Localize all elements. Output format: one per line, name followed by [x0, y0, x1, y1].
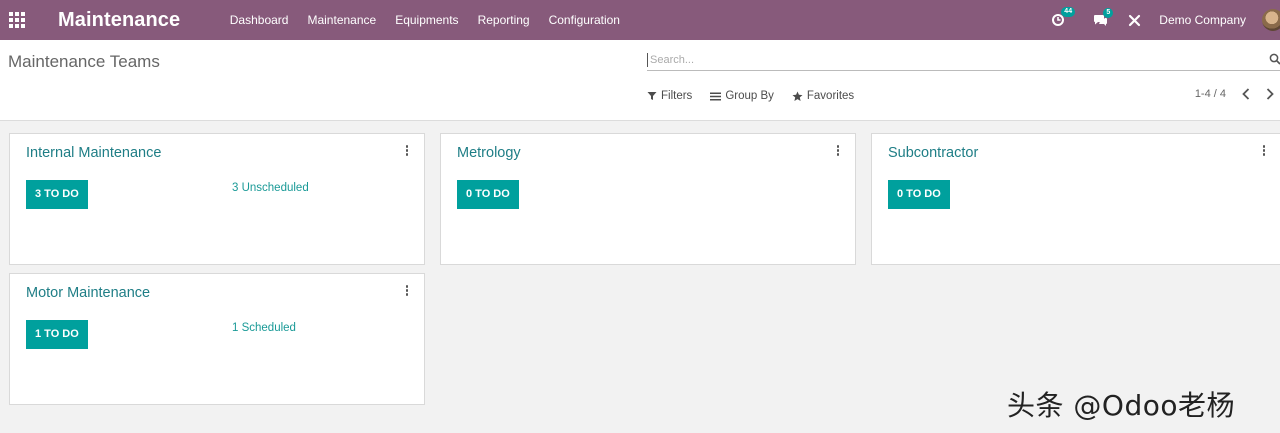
team-name[interactable]: Motor Maintenance [26, 285, 150, 301]
kebab-icon[interactable] [835, 145, 841, 156]
company-switcher[interactable]: Demo Company [1159, 13, 1246, 27]
control-panel: Maintenance Teams Filters Group By Favor… [0, 40, 1280, 121]
message-count-badge: 5 [1103, 7, 1114, 18]
kebab-icon[interactable] [404, 145, 410, 156]
team-name[interactable]: Internal Maintenance [26, 145, 161, 161]
activity-button[interactable]: 44 [1051, 7, 1076, 27]
todo-button[interactable]: 0 TO DO [888, 180, 950, 209]
search-options: Filters Group By Favorites [647, 90, 854, 102]
kebab-icon[interactable] [404, 285, 410, 296]
activity-count-badge: 44 [1061, 7, 1076, 17]
kebab-icon[interactable] [1261, 145, 1267, 156]
app-brand[interactable]: Maintenance [58, 9, 180, 32]
team-card[interactable]: Internal Maintenance 3 TO DO 3 Unschedul… [9, 133, 425, 265]
watermark: 头条 @Odoo老杨 [1007, 389, 1235, 422]
pager: 1-4 / 4 [1195, 88, 1274, 100]
todo-button[interactable]: 0 TO DO [457, 180, 519, 209]
team-card[interactable]: Subcontractor 0 TO DO [871, 133, 1280, 265]
avatar[interactable] [1262, 9, 1280, 31]
menu-item-maintenance[interactable]: Maintenance [298, 0, 386, 40]
team-name[interactable]: Metrology [457, 145, 521, 161]
group-by-label: Group By [725, 90, 774, 102]
pager-previous-button[interactable] [1242, 88, 1250, 100]
pager-value[interactable]: 1-4 / 4 [1195, 88, 1226, 100]
menu-item-dashboard[interactable]: Dashboard [220, 0, 298, 40]
team-name[interactable]: Subcontractor [888, 145, 978, 161]
pager-next-button[interactable] [1266, 88, 1274, 100]
star-icon [792, 91, 803, 101]
team-card[interactable]: Motor Maintenance 1 TO DO 1 Scheduled [9, 273, 425, 405]
filters-button[interactable]: Filters [647, 90, 692, 102]
chevron-right-icon [1266, 88, 1274, 100]
team-card[interactable]: Metrology 0 TO DO [440, 133, 856, 265]
systray: 44 5 Demo Company [1051, 0, 1280, 40]
search-input[interactable] [647, 53, 1257, 67]
menu-item-reporting[interactable]: Reporting [468, 0, 539, 40]
tools-icon [1129, 14, 1141, 26]
menu-item-configuration[interactable]: Configuration [539, 0, 629, 40]
chevron-left-icon [1242, 88, 1250, 100]
favorites-label: Favorites [806, 90, 855, 102]
todo-button[interactable]: 1 TO DO [26, 320, 88, 349]
messages-button[interactable]: 5 [1093, 7, 1114, 27]
page-title: Maintenance Teams [8, 52, 160, 71]
filter-icon [647, 92, 657, 100]
list-icon [710, 92, 722, 100]
search-bar [647, 50, 1280, 71]
scheduled-link[interactable]: 1 Scheduled [232, 322, 296, 334]
group-by-button[interactable]: Group By [710, 90, 774, 102]
tools-button[interactable] [1128, 14, 1141, 27]
main-menu: Dashboard Maintenance Equipments Reporti… [220, 0, 629, 40]
apps-icon[interactable] [0, 0, 34, 40]
menu-item-equipments[interactable]: Equipments [386, 0, 468, 40]
unscheduled-link[interactable]: 3 Unscheduled [232, 182, 309, 194]
todo-button[interactable]: 3 TO DO [26, 180, 88, 209]
favorites-button[interactable]: Favorites [792, 90, 854, 102]
top-navbar: Maintenance Dashboard Maintenance Equipm… [0, 0, 1280, 40]
filters-label: Filters [661, 90, 693, 102]
search-icon[interactable] [1269, 53, 1280, 65]
